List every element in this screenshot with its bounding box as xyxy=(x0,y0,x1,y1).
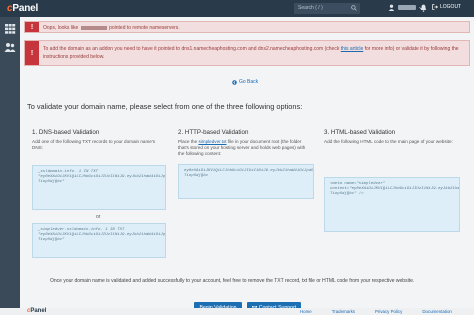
footer: cPanel Home Trademarks Privacy Policy Do… xyxy=(0,308,474,315)
http-file-content[interactable]: ey0eXAiOiJKV1QiLCJhbGciOiJIUzI1NiJ9.eyJk… xyxy=(178,164,314,199)
user-menu[interactable] xyxy=(388,4,423,11)
html-description: Add the following HTML code to the main … xyxy=(324,139,453,144)
removal-notice: Once your domain name is validated and a… xyxy=(50,278,415,284)
alert-text: Oops, looks like pointed to remote names… xyxy=(43,25,180,31)
simpledver-file-link[interactable]: simpledver.txt xyxy=(198,139,226,144)
addon-domain-alert: ! To add the domain as an addon you need… xyxy=(24,40,470,66)
footer-link-trademarks[interactable]: Trademarks xyxy=(332,309,355,314)
alert-text-prefix: Oops, looks like xyxy=(43,25,79,31)
logout-button[interactable]: LOGOUT xyxy=(432,4,461,10)
footer-link-privacy[interactable]: Privacy Policy xyxy=(375,309,402,314)
username-redacted xyxy=(398,5,416,10)
alert-bar: ! xyxy=(25,22,39,32)
alert-text: To add the domain as an addon you need t… xyxy=(43,45,463,61)
dns-description: Add one of the following TXT records to … xyxy=(32,139,156,150)
footer-links: Home Trademarks Privacy Policy Documenta… xyxy=(300,309,452,314)
or-separator: or xyxy=(96,214,101,220)
exclamation-icon: ! xyxy=(30,49,34,57)
dns-txt-record-2[interactable]: _simpledver.ssldomain.info. 1 IN TXT "ey… xyxy=(32,223,166,258)
http-title: 2. HTTP-based Validation xyxy=(178,129,249,136)
users-icon[interactable] xyxy=(4,42,16,52)
sidebar xyxy=(0,17,20,315)
dns-validation-section: 1. DNS-based Validation Add one of the f… xyxy=(32,129,166,258)
footer-cpanel-logo: cPanel xyxy=(27,308,47,314)
top-navbar: cPanel Search ( / ) LOGOUT xyxy=(0,0,474,17)
search-input[interactable]: Search ( / ) xyxy=(294,3,360,14)
user-icon xyxy=(388,4,395,11)
search-placeholder: Search ( / ) xyxy=(298,5,323,11)
nameserver-alert: ! Oops, looks like pointed to remote nam… xyxy=(24,21,470,33)
exclamation-icon: ! xyxy=(30,23,34,31)
http-desc-prefix: Place the xyxy=(178,139,198,144)
logout-icon xyxy=(432,4,438,10)
go-back-link[interactable]: Go Back xyxy=(232,79,258,85)
arrow-left-circle-icon xyxy=(232,79,237,85)
footer-link-home[interactable]: Home xyxy=(300,309,312,314)
cpanel-logo[interactable]: cPanel xyxy=(0,3,38,14)
html-validation-section: 3. HTML-based Validation Add the followi… xyxy=(324,129,460,232)
article-link[interactable]: this article xyxy=(341,46,364,52)
logout-label: LOGOUT xyxy=(440,4,462,10)
html-title: 3. HTML-based Validation xyxy=(324,129,396,136)
alert-text-suffix: pointed to remote nameservers. xyxy=(109,25,180,31)
go-back-label: Go Back xyxy=(239,79,259,85)
domain-redacted xyxy=(80,25,107,30)
dns-txt-record-1[interactable]: _ssldomain.info. 1 IN TXT "ey0eXAiOiJKV1… xyxy=(32,165,166,210)
dns-title: 1. DNS-based Validation xyxy=(32,129,100,136)
grid-icon[interactable] xyxy=(4,24,16,34)
alert-text-part1: To add the domain as an addon you need t… xyxy=(43,46,340,52)
bell-icon[interactable] xyxy=(420,4,427,12)
alert-bar: ! xyxy=(25,41,39,65)
main-content: ! Oops, looks like pointed to remote nam… xyxy=(24,17,470,315)
http-description: Place the simpledver.txt file in your do… xyxy=(178,139,312,157)
html-meta-code[interactable]: <meta name="simpledver" content="ey0eXAi… xyxy=(324,177,460,232)
page-heading: To validate your domain name, please sel… xyxy=(27,102,303,111)
footer-link-documentation[interactable]: Documentation xyxy=(422,309,452,314)
search-icon xyxy=(351,5,357,11)
http-validation-section: 2. HTTP-based Validation Place the simpl… xyxy=(178,129,314,199)
